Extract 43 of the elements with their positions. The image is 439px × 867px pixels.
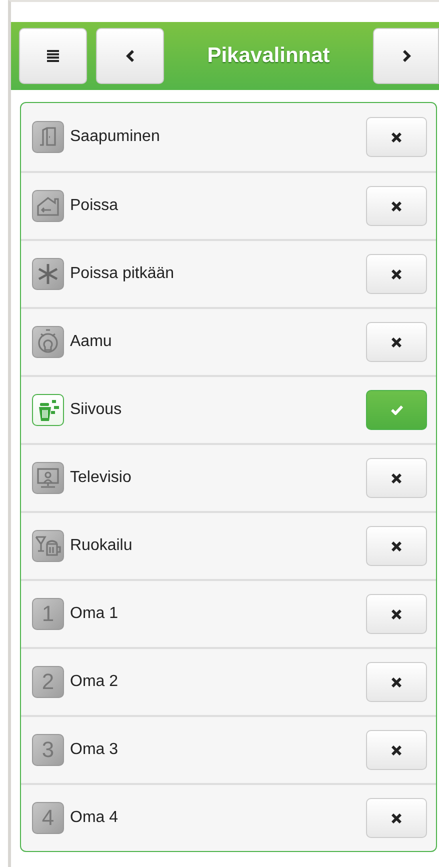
close-icon [391, 200, 402, 212]
chevron-left-icon [126, 50, 134, 62]
menu-button[interactable] [19, 28, 87, 84]
shortcut-label: Siivous [70, 401, 123, 419]
snowflake-icon [37, 263, 59, 285]
shortcut-label: Saapuminen [70, 128, 161, 146]
close-icon [391, 608, 402, 620]
chevron-right-icon [402, 50, 410, 62]
shortcut-label: Aamu [70, 333, 113, 351]
shortcut-label: Televisio [70, 469, 132, 487]
toggle-button[interactable] [366, 458, 427, 498]
number-tile: 3 [32, 734, 64, 766]
close-icon [391, 812, 402, 824]
number-tile: 4 [32, 802, 64, 834]
shortcut-label: Poissa [70, 197, 120, 215]
close-icon [391, 132, 402, 142]
close-icon [391, 540, 402, 552]
check-icon [390, 405, 402, 415]
close-icon [391, 472, 402, 484]
menu-icon [47, 50, 59, 62]
toggle-button[interactable] [366, 186, 427, 226]
page-title: Pikavalinnat [206, 44, 331, 68]
toggle-button[interactable] [366, 798, 427, 838]
shortcut-label: Poissa pitkään [70, 265, 176, 283]
toggle-button[interactable] [366, 526, 427, 566]
toggle-button[interactable] [366, 390, 427, 430]
toggle-button[interactable] [366, 254, 427, 294]
toggle-button[interactable] [366, 594, 427, 634]
toggle-button[interactable] [366, 662, 427, 702]
shortcut-label: Oma 3 [70, 741, 120, 759]
toggle-button[interactable] [366, 117, 427, 157]
toggle-button[interactable] [366, 730, 427, 770]
close-icon [391, 336, 402, 348]
toggle-button[interactable] [366, 322, 427, 362]
shortcut-label: Ruokailu [70, 537, 134, 555]
shortcut-label: Oma 2 [70, 673, 120, 691]
number-tile: 1 [32, 598, 64, 630]
close-icon [391, 744, 402, 756]
shortcut-label: Oma 4 [70, 809, 120, 827]
shortcut-label: Oma 1 [70, 605, 120, 623]
close-icon [391, 676, 402, 688]
number-tile: 2 [32, 666, 64, 698]
close-icon [391, 268, 402, 280]
